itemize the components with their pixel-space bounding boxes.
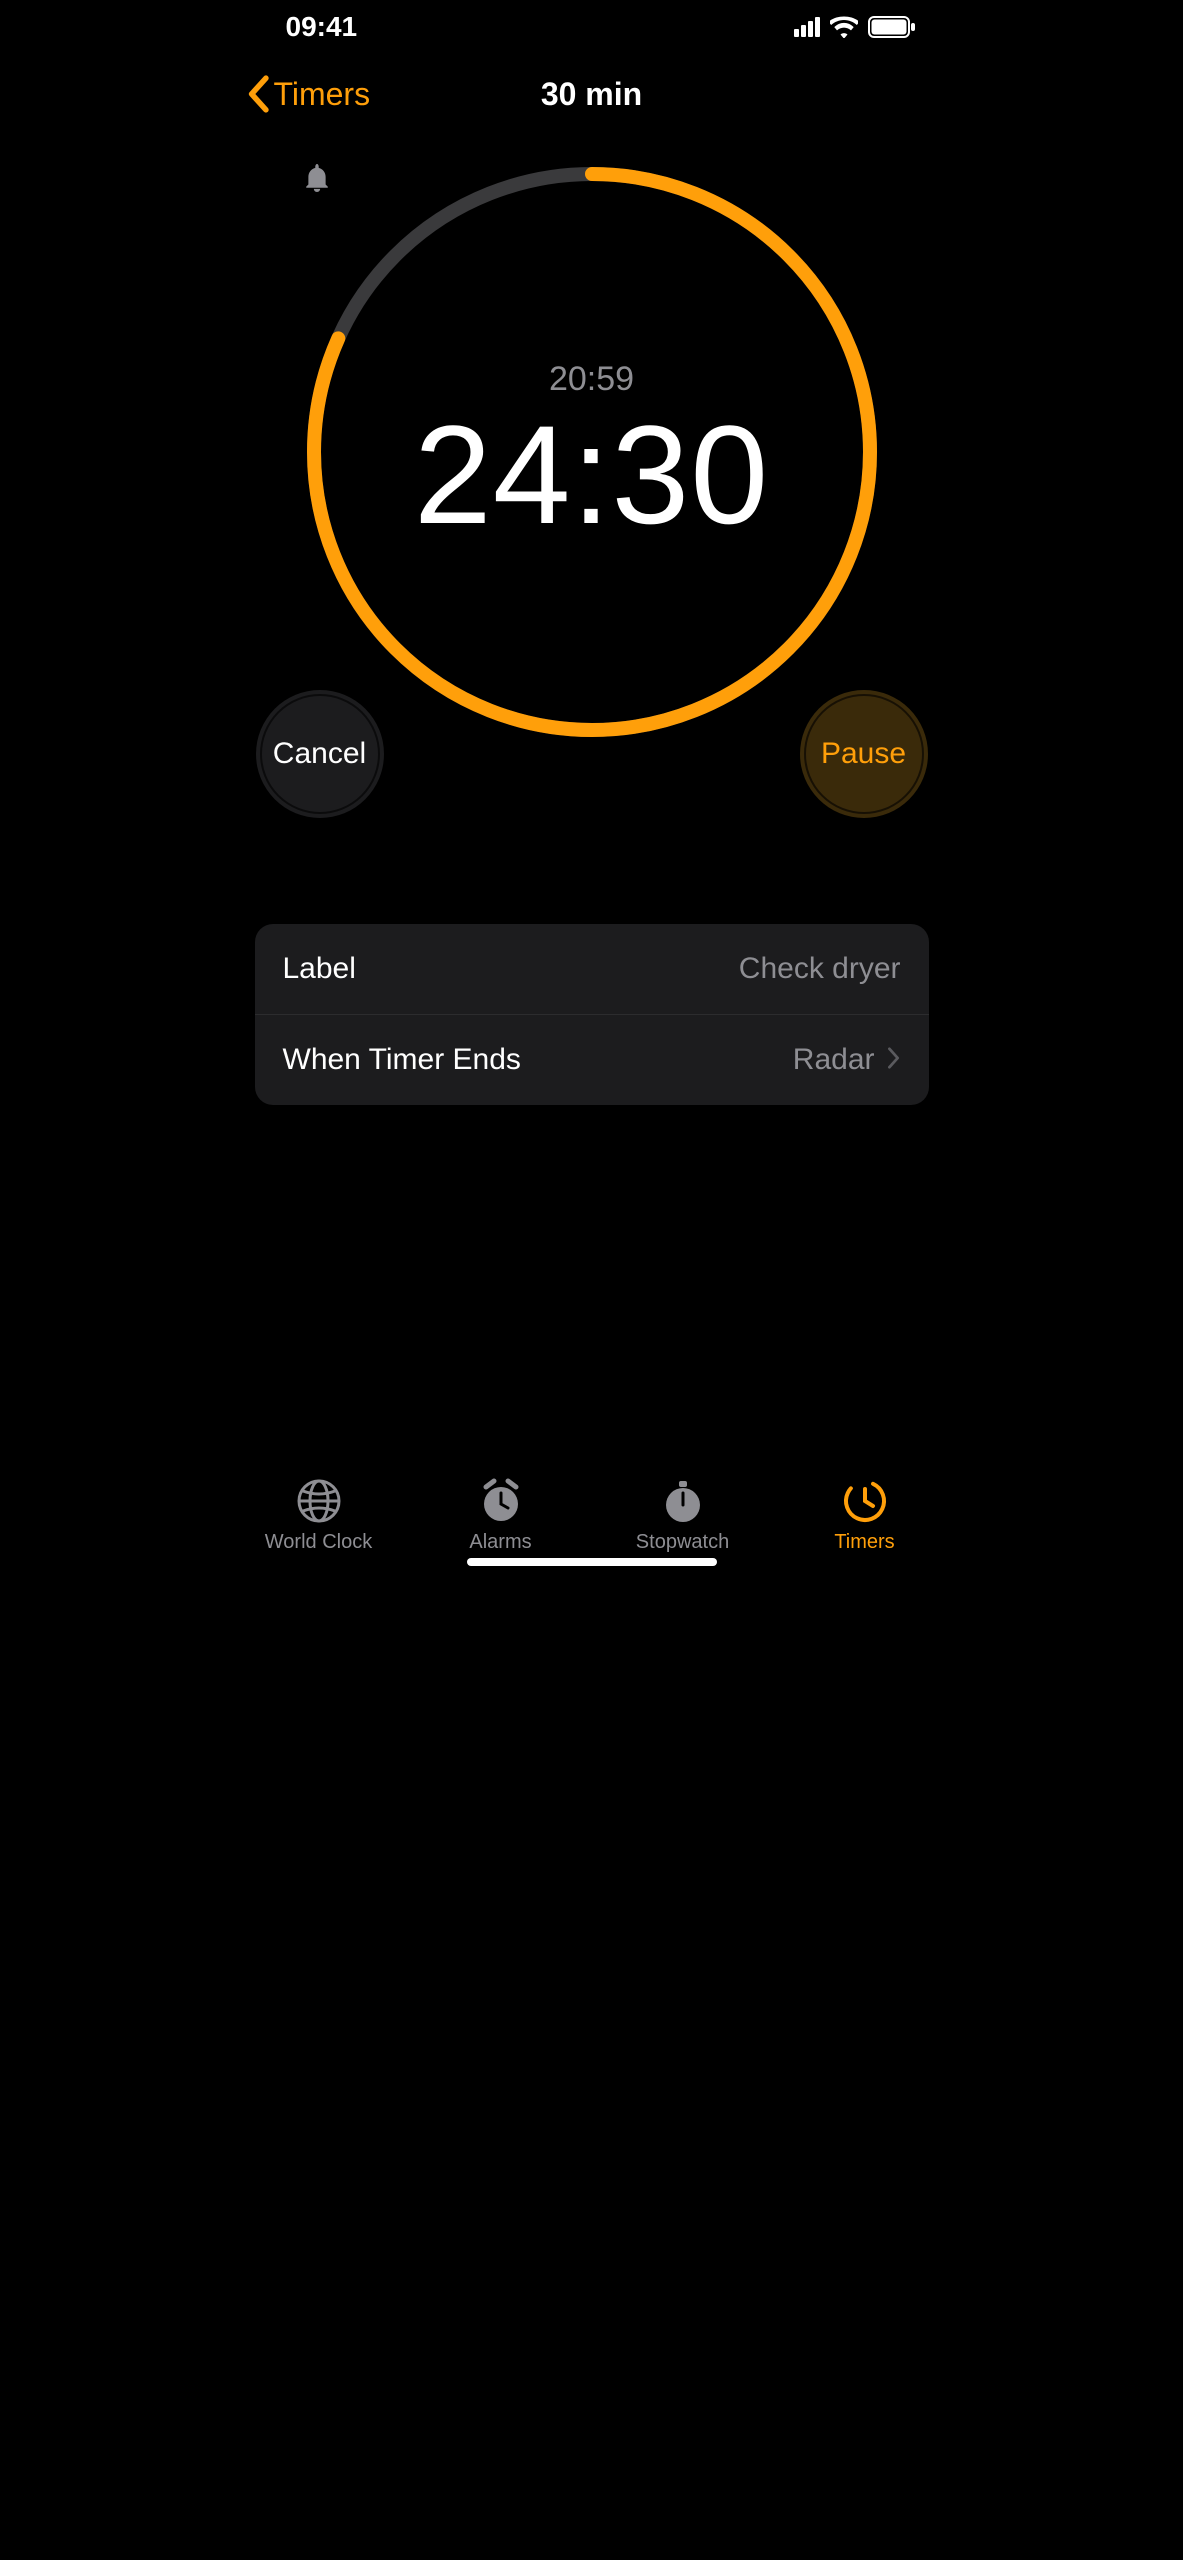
tab-bar: World Clock Alarms Stopwatch Timers [228,1448,956,1576]
label-title: Label [283,952,356,986]
tab-label: Timers [834,1531,894,1554]
tab-label: World Clock [265,1531,372,1554]
battery-icon [868,16,916,38]
cancel-label: Cancel [273,737,366,771]
settings-list: Label Check dryer When Timer Ends Radar [255,924,929,1105]
status-icons [794,16,916,38]
tab-world-clock[interactable]: World Clock [228,1448,410,1554]
status-bar: 09:41 [228,0,956,54]
bell-icon [304,164,330,192]
statusbar-time: 09:41 [286,11,794,43]
wifi-icon [830,16,858,38]
back-label: Timers [274,76,371,113]
nav-bar: Timers 30 min [228,54,956,134]
when-timer-ends-row[interactable]: When Timer Ends Radar [255,1014,929,1105]
stopwatch-icon [659,1477,707,1525]
chevron-right-icon [887,1043,901,1077]
remaining-time: 24:30 [414,405,769,545]
tab-alarms[interactable]: Alarms [410,1448,592,1554]
page-title: 30 min [541,76,642,113]
pause-label: Pause [821,737,906,771]
pause-button[interactable]: Pause [800,690,928,818]
tab-label: Stopwatch [636,1531,729,1554]
end-title: When Timer Ends [283,1043,521,1077]
chevron-left-icon [246,75,270,113]
timer-icon [841,1477,889,1525]
tab-label: Alarms [469,1531,531,1554]
label-row[interactable]: Label Check dryer [255,924,929,1014]
end-time: 20:59 [549,360,634,399]
tab-stopwatch[interactable]: Stopwatch [592,1448,774,1554]
globe-icon [295,1477,343,1525]
label-value: Check dryer [739,952,901,986]
alarm-icon [477,1477,525,1525]
timer-dial: 20:59 24:30 [228,164,956,740]
home-indicator[interactable] [467,1558,717,1566]
end-value: Radar [793,1043,875,1077]
back-button[interactable]: Timers [246,75,371,113]
cancel-button[interactable]: Cancel [256,690,384,818]
end-time-row: 20:59 [549,360,634,399]
cellular-icon [794,17,820,37]
tab-timers[interactable]: Timers [774,1448,956,1554]
